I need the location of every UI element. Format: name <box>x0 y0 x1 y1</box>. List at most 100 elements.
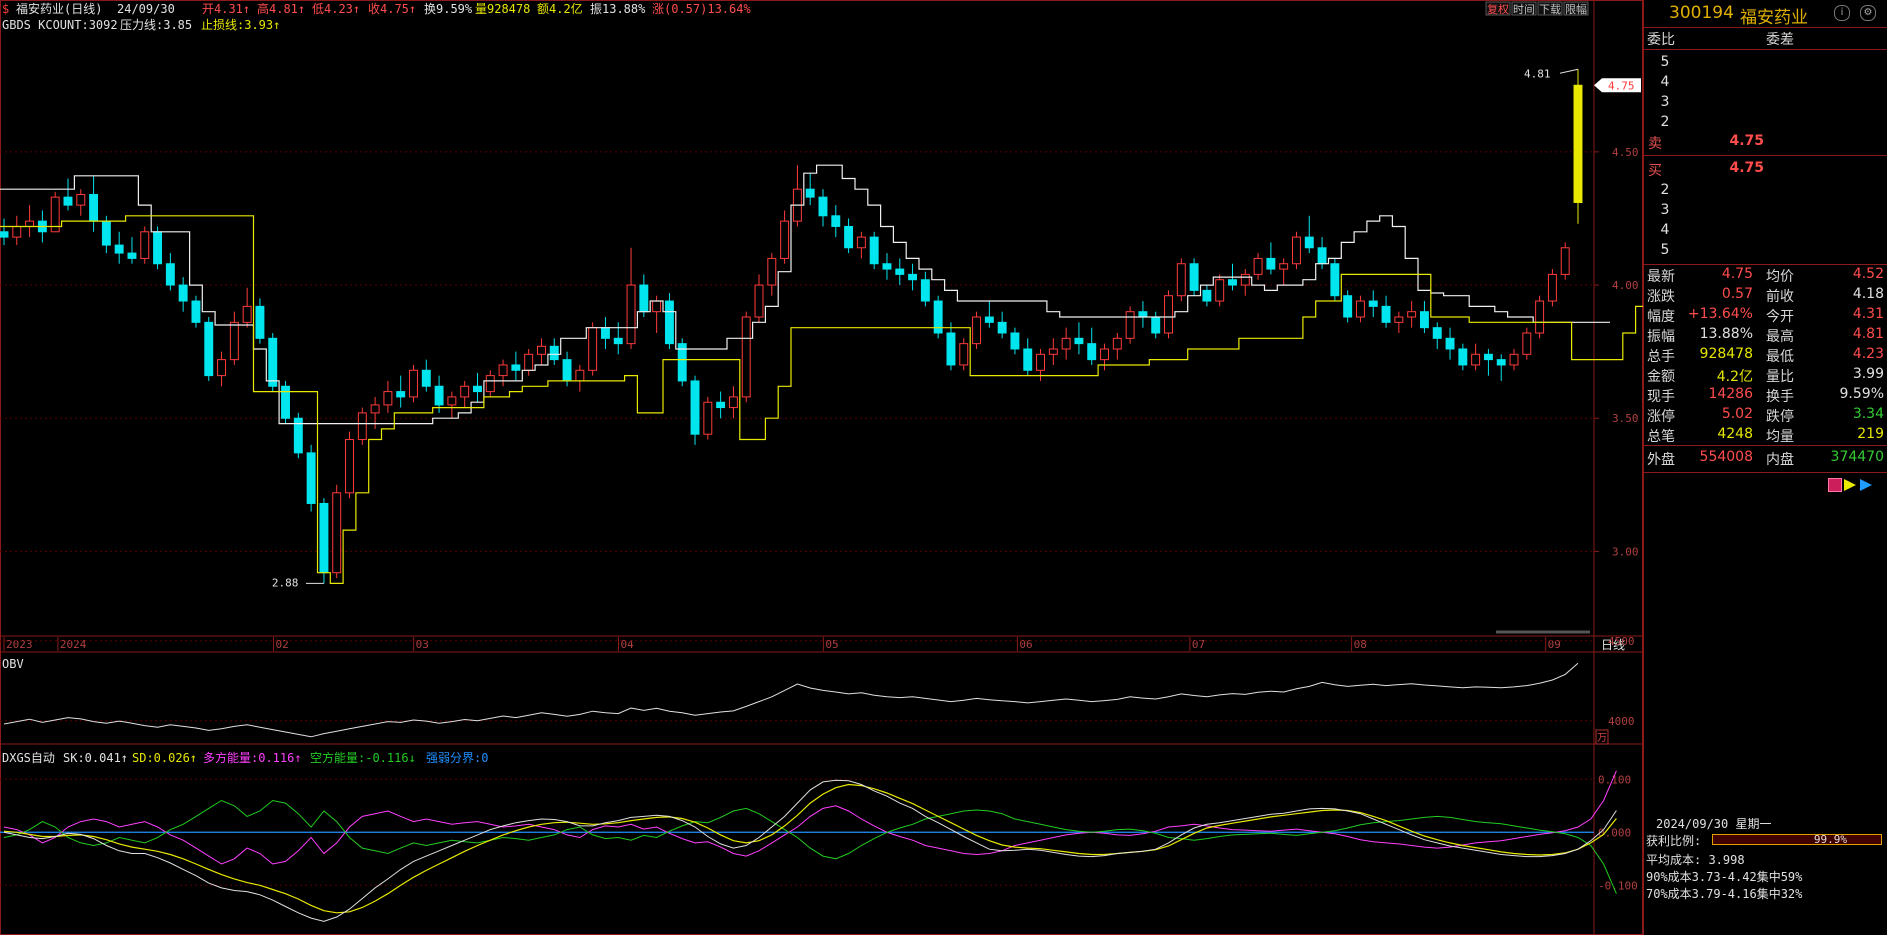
candle <box>1100 343 1109 371</box>
sell1-row[interactable]: 卖 4.75 <box>1644 133 1887 153</box>
profit-bar: 99.9% <box>1712 833 1882 846</box>
dxgs-long-energy: 多方能量:0.116↑ <box>203 750 302 765</box>
candle <box>1381 295 1391 328</box>
header-bar: $ 福安药业(日线) 24/09/30 开4.31↑ 高4.81↑ 低4.23↑… <box>2 1 751 16</box>
settings-icon[interactable]: ⚙ <box>1860 5 1876 21</box>
info-icon[interactable]: i <box>1834 5 1850 21</box>
candle-body <box>12 225 22 238</box>
candle-body <box>89 193 99 222</box>
candle-body <box>1240 273 1250 286</box>
candle <box>818 189 828 227</box>
candle-body <box>447 396 457 406</box>
candle <box>639 274 649 318</box>
buy-level-row[interactable]: 2 <box>1644 182 1887 202</box>
sell-level-row[interactable]: 3 <box>1644 94 1887 114</box>
candle-body <box>652 300 662 313</box>
candle <box>204 317 214 381</box>
divider <box>1644 264 1887 265</box>
obv-axis: 4500 4000 <box>0 635 1635 728</box>
header-buttons: 复权 时间 下载 限幅 <box>1485 1 1589 16</box>
candles <box>0 69 1583 584</box>
candle-body <box>1074 337 1084 345</box>
buy-level-row[interactable]: 4 <box>1644 222 1887 242</box>
header-close: 收4.75↑ <box>368 2 416 16</box>
candle-body <box>76 193 86 206</box>
candle-body <box>882 263 892 270</box>
kline-chart[interactable]: $ 福安药业(日线) 24/09/30 开4.31↑ 高4.81↑ 低4.23↑… <box>0 0 1643 935</box>
candle <box>1023 338 1033 376</box>
buy1-row[interactable]: 买 4.75 <box>1644 160 1887 180</box>
candle <box>0 218 9 246</box>
buy-level-label: 5 <box>1660 242 1670 258</box>
candle-body <box>703 401 713 435</box>
sell1-price: 4.75 <box>1729 133 1764 149</box>
candle <box>677 338 687 387</box>
tool-blue-arrow-icon[interactable] <box>1860 479 1872 491</box>
quote-row: 金额 4.2亿 量比 3.99 <box>1644 366 1887 386</box>
candle-body <box>1010 332 1020 350</box>
candle-body <box>242 305 252 323</box>
buy-level-row[interactable]: 3 <box>1644 202 1887 222</box>
current-price-tag: 4.75 <box>1594 78 1641 93</box>
candle-body <box>1087 343 1097 361</box>
diff-label: 委差 <box>1766 32 1794 48</box>
quote-label: 量比 <box>1766 369 1794 385</box>
sell-level-label: 5 <box>1660 54 1670 70</box>
sell-level-label: 4 <box>1660 74 1670 90</box>
date-label: 2023 <box>6 638 33 651</box>
candle-body <box>818 196 828 217</box>
tool-yellow-arrow-icon[interactable] <box>1844 479 1856 491</box>
quote-row: 涨跌 0.57 前收 4.18 <box>1644 286 1887 306</box>
candle <box>63 178 73 211</box>
candle-body <box>127 252 137 259</box>
candle <box>716 391 726 419</box>
sell-level-label: 2 <box>1660 114 1670 130</box>
sell-level-row[interactable]: 2 <box>1644 114 1887 134</box>
low-label: 2.88 <box>272 576 299 589</box>
candle-body <box>345 439 354 494</box>
price-tick-label: 3.50 <box>1612 412 1639 425</box>
candle <box>805 173 815 206</box>
candle-body <box>370 404 380 414</box>
candle <box>281 380 290 424</box>
ratio-label: 委比 <box>1647 32 1675 48</box>
candle <box>908 263 918 291</box>
divider <box>1644 155 1887 156</box>
candle <box>1010 327 1020 355</box>
candle <box>1445 327 1455 360</box>
candle-body <box>421 369 431 387</box>
candle-body <box>1394 316 1404 323</box>
candle <box>1112 332 1122 360</box>
tool-red-icon[interactable] <box>1828 478 1842 492</box>
quote-value: +13.64% <box>1687 306 1753 322</box>
candle-body <box>716 401 726 409</box>
candle-body <box>114 244 124 254</box>
obv-tick-label: 4000 <box>1608 715 1635 728</box>
date-label: 06 <box>1019 638 1032 651</box>
quote-row: 涨停 5.02 跌停 3.34 <box>1644 406 1887 426</box>
candle <box>869 231 879 270</box>
sell-level-row[interactable]: 5 <box>1644 54 1887 74</box>
sell-level-row[interactable]: 4 <box>1644 74 1887 94</box>
quote-label: 最新 <box>1647 269 1675 285</box>
price-axis: 4.50 4.00 3.50 3.00 <box>1593 0 1639 935</box>
dxgs-boundary: 强弱分界:0 <box>426 751 488 765</box>
stoploss-line <box>0 215 1643 584</box>
candle <box>1074 322 1084 355</box>
candle-body <box>1471 353 1481 366</box>
candle <box>728 386 738 419</box>
profit-row: 获利比例: 99.9% <box>1646 832 1886 849</box>
candle-body <box>1343 295 1353 318</box>
candle-body <box>255 305 265 339</box>
buy-level-row[interactable]: 5 <box>1644 242 1887 262</box>
candle <box>50 191 60 233</box>
candle <box>1138 301 1148 328</box>
quote-row: 振幅 13.88% 最高 4.81 <box>1644 326 1887 346</box>
quote-value: 4.18 <box>1852 286 1884 302</box>
candle-body <box>1355 300 1365 318</box>
indicator-legend: GBDS KCOUNT:3092 压力线:3.85 止损线:3.93↑ <box>2 18 280 32</box>
buy1-price: 4.75 <box>1729 160 1764 176</box>
candle <box>1253 253 1263 280</box>
candle <box>1355 295 1365 323</box>
candle-body <box>383 391 393 406</box>
